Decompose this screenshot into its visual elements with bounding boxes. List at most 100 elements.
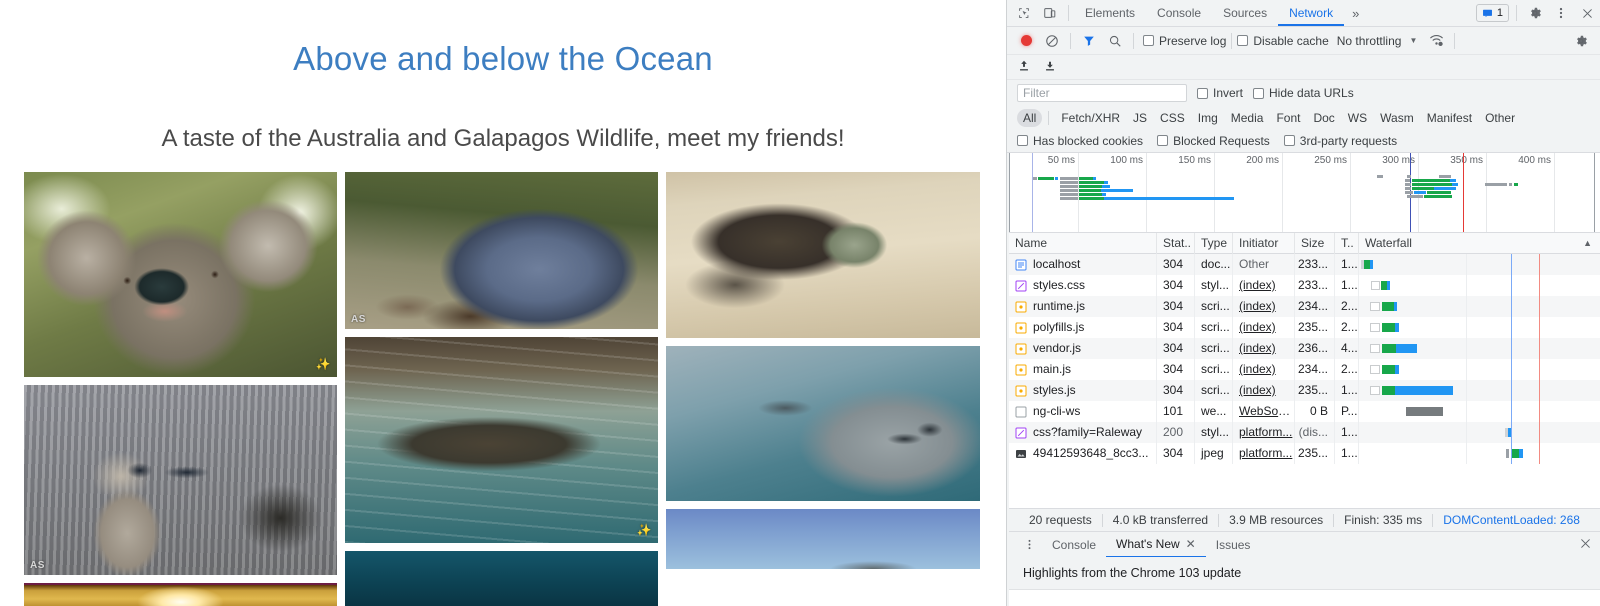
network-settings-icon[interactable] — [1568, 29, 1594, 53]
invert-checkbox[interactable]: Invert — [1197, 86, 1243, 100]
table-row[interactable]: polyfills.js 304 scri... (index) 235... … — [1009, 317, 1600, 338]
type-filter-media[interactable]: Media — [1225, 109, 1270, 127]
request-initiator[interactable]: (index) — [1233, 317, 1295, 338]
request-name-cell[interactable]: polyfills.js — [1009, 317, 1157, 338]
table-row[interactable]: css?family=Raleway 200 styl... platform.… — [1009, 422, 1600, 443]
table-row[interactable]: vendor.js 304 scri... (index) 236... 4..… — [1009, 338, 1600, 359]
request-name-cell[interactable]: vendor.js — [1009, 338, 1157, 359]
column-header-time[interactable]: T.. — [1335, 233, 1359, 254]
table-row[interactable]: runtime.js 304 scri... (index) 234... 2.… — [1009, 296, 1600, 317]
request-initiator[interactable]: (index) — [1233, 380, 1295, 401]
request-name-cell[interactable]: 49412593648_8cc3... — [1009, 443, 1157, 464]
request-initiator[interactable]: platform... — [1233, 443, 1295, 464]
export-har-icon[interactable] — [1043, 59, 1057, 76]
disable-cache-checkbox[interactable]: Disable cache — [1237, 34, 1328, 48]
drawer-tab-issues[interactable]: Issues — [1206, 532, 1261, 558]
close-icon[interactable]: ✕ — [1186, 531, 1196, 557]
type-filter-ws[interactable]: WS — [1342, 109, 1373, 127]
hide-data-urls-checkbox[interactable]: Hide data URLs — [1253, 86, 1354, 100]
request-initiator[interactable]: (index) — [1233, 338, 1295, 359]
message-count-badge[interactable]: 1 — [1476, 4, 1509, 22]
tab-elements[interactable]: Elements — [1074, 0, 1146, 26]
type-filter-manifest[interactable]: Manifest — [1421, 109, 1478, 127]
tab-console[interactable]: Console — [1146, 0, 1212, 26]
request-status: 200 — [1157, 422, 1195, 443]
column-header-initiator[interactable]: Initiator — [1233, 233, 1295, 254]
request-name-cell[interactable]: css?family=Raleway — [1009, 422, 1157, 443]
filter-icon[interactable] — [1076, 29, 1102, 53]
table-row[interactable]: 49412593648_8cc3... 304 jpeg platform...… — [1009, 443, 1600, 464]
import-har-icon[interactable] — [1017, 59, 1031, 76]
sort-ascending-icon[interactable]: ▲ — [1583, 233, 1592, 254]
request-size: 0 B — [1295, 401, 1335, 422]
table-row[interactable]: main.js 304 scri... (index) 234... 2... — [1009, 359, 1600, 380]
table-row[interactable]: styles.css 304 styl... (index) 233... 1.… — [1009, 275, 1600, 296]
has-blocked-cookies-checkbox[interactable]: Has blocked cookies — [1017, 134, 1143, 148]
request-initiator[interactable]: (index) — [1233, 359, 1295, 380]
request-name-cell[interactable]: styles.js — [1009, 380, 1157, 401]
table-header-row: Name Stat.. Type Initiator Size T.. Wate… — [1009, 233, 1600, 254]
type-filter-all[interactable]: All — [1017, 109, 1042, 127]
filter-input[interactable]: Filter — [1017, 84, 1187, 102]
drawer-more-options-icon[interactable] — [1017, 538, 1042, 552]
type-filter-other[interactable]: Other — [1479, 109, 1521, 127]
request-initiator[interactable]: platform... — [1233, 422, 1295, 443]
drawer-close-icon[interactable] — [1571, 537, 1600, 553]
request-waterfall — [1359, 422, 1600, 443]
gear-icon[interactable] — [1522, 1, 1548, 25]
more-tabs-icon[interactable]: » — [1344, 6, 1367, 21]
request-name-cell[interactable]: styles.css — [1009, 275, 1157, 296]
type-filter-doc[interactable]: Doc — [1307, 109, 1340, 127]
chevron-down-icon[interactable]: ▼ — [1409, 36, 1417, 45]
waterfall-label: Waterfall — [1365, 233, 1412, 254]
network-overview-timeline[interactable]: 50 ms 100 ms 150 ms 200 ms 250 ms 300 ms… — [1009, 153, 1600, 233]
drawer-tab-console[interactable]: Console — [1042, 532, 1106, 558]
request-initiator[interactable]: WebSoc... — [1233, 401, 1295, 422]
throttling-select[interactable]: No throttling — [1337, 34, 1402, 48]
column-header-status[interactable]: Stat.. — [1157, 233, 1195, 254]
column-header-waterfall[interactable]: Waterfall ▲ — [1359, 233, 1600, 254]
request-initiator[interactable]: (index) — [1233, 275, 1295, 296]
type-filter-wasm[interactable]: Wasm — [1374, 109, 1420, 127]
request-size: 234... — [1295, 359, 1335, 380]
network-conditions-icon[interactable] — [1423, 29, 1449, 53]
type-filter-img[interactable]: Img — [1192, 109, 1224, 127]
close-icon[interactable] — [1574, 1, 1600, 25]
request-initiator[interactable]: (index) — [1233, 296, 1295, 317]
column-header-type[interactable]: Type — [1195, 233, 1233, 254]
table-row[interactable]: styles.js 304 scri... (index) 235... 1..… — [1009, 380, 1600, 401]
more-options-icon[interactable] — [1548, 1, 1574, 25]
search-icon[interactable] — [1102, 29, 1128, 53]
type-filter-font[interactable]: Font — [1270, 109, 1306, 127]
device-toolbar-icon[interactable] — [1037, 1, 1063, 25]
record-icon[interactable] — [1013, 29, 1039, 53]
photo-logo: ✨ — [637, 523, 652, 537]
request-name-cell[interactable]: ng-cli-ws — [1009, 401, 1157, 422]
type-filter-css[interactable]: CSS — [1154, 109, 1191, 127]
type-filter-js[interactable]: JS — [1127, 109, 1153, 127]
request-type: scri... — [1195, 359, 1233, 380]
column-header-size[interactable]: Size — [1295, 233, 1335, 254]
request-type: doc... — [1195, 254, 1233, 275]
request-waterfall — [1359, 401, 1600, 422]
preserve-log-checkbox[interactable]: Preserve log — [1143, 34, 1226, 48]
column-header-name[interactable]: Name — [1009, 233, 1157, 254]
devtools-panel: Elements Console Sources Network » 1 — [1006, 0, 1600, 606]
request-name-cell[interactable]: runtime.js — [1009, 296, 1157, 317]
third-party-requests-checkbox[interactable]: 3rd-party requests — [1284, 134, 1397, 148]
request-type: scri... — [1195, 296, 1233, 317]
request-name-cell[interactable]: localhost — [1009, 254, 1157, 275]
table-row[interactable]: localhost 304 doc... Other 233... 1... — [1009, 254, 1600, 275]
clear-icon[interactable] — [1039, 29, 1065, 53]
blocked-requests-checkbox[interactable]: Blocked Requests — [1157, 134, 1270, 148]
tab-network[interactable]: Network — [1278, 0, 1344, 26]
drawer-tab-whats-new[interactable]: What's New ✕ — [1106, 532, 1206, 558]
inspect-element-icon[interactable] — [1011, 1, 1037, 25]
tab-sources[interactable]: Sources — [1212, 0, 1278, 26]
page-subtitle: A taste of the Australia and Galapagos W… — [0, 125, 1006, 153]
request-name-cell[interactable]: main.js — [1009, 359, 1157, 380]
type-filter-fetch-xhr[interactable]: Fetch/XHR — [1055, 109, 1126, 127]
request-name: polyfills.js — [1033, 317, 1084, 338]
golden-sunset-photo — [24, 583, 337, 606]
table-row[interactable]: ng-cli-ws 101 we... WebSoc... 0 B P... — [1009, 401, 1600, 422]
